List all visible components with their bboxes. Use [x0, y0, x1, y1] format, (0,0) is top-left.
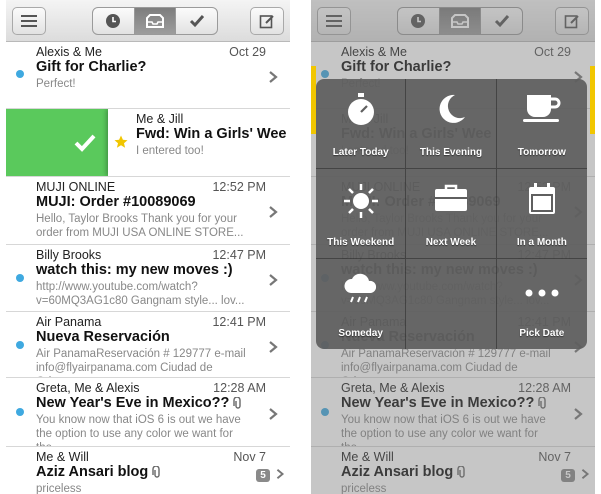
message-sender: Greta, Me & Alexis — [36, 381, 140, 395]
tab-archive[interactable] — [175, 8, 217, 34]
inbox-icon — [146, 14, 164, 28]
snooze-screen: Alexis & Me Oct 29 Gift for Charlie? Per… — [311, 0, 595, 494]
mailbox-segmented-control — [92, 7, 218, 35]
snooze-swipe-indicator — [590, 66, 595, 134]
tab-inbox[interactable] — [133, 8, 176, 34]
message-subject-text: New Year's Eve in Mexico?? — [36, 395, 230, 411]
snooze-option-label: Next Week — [425, 237, 477, 248]
sun-icon — [343, 184, 378, 218]
snooze-option-label: In a Month — [516, 237, 567, 248]
message-date: 12:28 AM — [213, 381, 266, 395]
message-date: Nov 7 — [233, 450, 266, 464]
snooze-option-next-week[interactable]: Next Week — [406, 169, 497, 259]
message-subject: Aziz Ansari blog — [36, 464, 162, 480]
mailbox-screen: Alexis & Me Oct 29 Gift for Charlie? Per… — [6, 0, 290, 494]
compose-button[interactable] — [250, 7, 284, 35]
checkmark-icon — [74, 134, 96, 152]
more-dots-icon — [525, 289, 559, 297]
snooze-panel: Later Today This Evening Tomorrow This W… — [316, 79, 587, 349]
message-sender: Billy Brooks — [36, 248, 102, 262]
menu-icon — [21, 15, 37, 27]
snooze-option-in-a-month[interactable]: In a Month — [496, 169, 587, 259]
chevron-right-icon — [276, 468, 285, 480]
calendar-icon — [528, 183, 555, 214]
cloud-rain-icon — [344, 273, 376, 303]
chevron-right-icon — [269, 206, 278, 218]
snooze-option-label: This Evening — [419, 147, 483, 158]
menu-button[interactable] — [12, 7, 46, 35]
snooze-option-label: Someday — [338, 328, 383, 339]
message-subject: Nueva Reservación — [36, 329, 170, 345]
message-preview: You know now that iOS 6 is out we have t… — [36, 414, 241, 446]
tab-later[interactable] — [93, 8, 134, 34]
message-sender: Me & Jill — [136, 112, 184, 126]
snooze-option-this-evening[interactable]: This Evening — [406, 79, 497, 169]
message-sender: Alexis & Me — [36, 45, 102, 59]
unread-dot — [16, 408, 24, 416]
message-sender: Me & Will — [36, 450, 89, 464]
message-date: Oct 29 — [229, 45, 266, 59]
check-icon — [189, 15, 204, 28]
snooze-option-label: Pick Date — [519, 328, 565, 339]
message-subject: Fwd: Win a Girls' Wee — [136, 126, 287, 142]
message-sender: MUJI ONLINE — [36, 180, 116, 194]
message-row-swiped[interactable]: Me & Jill Fwd: Win a Girls' Wee I entere… — [6, 109, 290, 177]
message-preview: priceless — [36, 483, 82, 494]
snooze-option-later-today[interactable]: Later Today — [316, 79, 407, 169]
chevron-right-icon — [269, 408, 278, 420]
message-row[interactable]: Air Panama 12:41 PM Nueva Reservación Ai… — [6, 312, 290, 378]
stopwatch-icon — [347, 93, 374, 125]
coffee-cup-icon — [522, 95, 561, 122]
message-row[interactable]: Me & Will Nov 7 Aziz Ansari blog pricele… — [6, 447, 290, 494]
snooze-option-someday[interactable]: Someday — [316, 259, 407, 349]
thread-count-badge: 5 — [256, 469, 270, 482]
message-date: 12:47 PM — [212, 248, 266, 262]
message-preview: Air PanamaReservación # 129777 e-mail in… — [36, 348, 246, 377]
snooze-option-pick-date[interactable]: Pick Date — [497, 259, 587, 349]
message-row[interactable]: Alexis & Me Oct 29 Gift for Charlie? Per… — [6, 42, 290, 109]
chevron-right-icon — [269, 341, 278, 353]
compose-icon — [259, 15, 274, 29]
unread-dot — [16, 274, 24, 282]
paperclip-icon — [152, 465, 160, 478]
briefcase-icon — [434, 184, 467, 211]
message-preview: Perfect! — [36, 78, 76, 90]
unread-dot — [16, 70, 24, 78]
message-subject: Gift for Charlie? — [36, 59, 147, 75]
snooze-option-tomorrow[interactable]: Tomorrow — [496, 79, 587, 169]
chevron-right-icon — [269, 274, 278, 286]
star-icon — [114, 135, 128, 148]
message-date: 12:52 PM — [212, 180, 266, 194]
message-row[interactable]: Billy Brooks 12:47 PM watch this: my new… — [6, 245, 290, 312]
paperclip-icon — [233, 396, 242, 409]
toolbar — [6, 0, 290, 42]
archive-swipe-action[interactable] — [6, 109, 108, 176]
message-subject: watch this: my new moves :) — [36, 262, 233, 278]
chevron-right-icon — [269, 71, 278, 83]
message-subject-text: Aziz Ansari blog — [36, 464, 149, 480]
message-row[interactable]: MUJI ONLINE 12:52 PM MUJI: Order #100890… — [6, 177, 290, 245]
snooze-option-empty — [406, 259, 497, 349]
snooze-option-label: This Weekend — [327, 237, 395, 248]
message-row[interactable]: Greta, Me & Alexis 12:28 AM New Year's E… — [6, 378, 290, 447]
message-date: 12:41 PM — [212, 315, 266, 329]
moon-icon — [439, 94, 465, 123]
message-sender: Air Panama — [36, 315, 102, 329]
message-preview: I entered too! — [136, 145, 204, 157]
message-preview: Hello, Taylor Brooks Thank you for your … — [36, 213, 244, 239]
swiped-message-content: Me & Jill Fwd: Win a Girls' Wee I entere… — [108, 109, 290, 176]
snooze-option-this-weekend[interactable]: This Weekend — [316, 169, 407, 259]
unread-dot — [16, 341, 24, 349]
message-subject: New Year's Eve in Mexico?? — [36, 395, 243, 411]
message-subject: MUJI: Order #10089069 — [36, 194, 196, 210]
clock-icon — [106, 14, 121, 28]
message-preview: http://www.youtube.com/watch?v=60MQ3AG1c… — [36, 281, 245, 307]
snooze-option-label: Tomorrow — [517, 147, 566, 158]
snooze-option-label: Later Today — [332, 147, 389, 158]
